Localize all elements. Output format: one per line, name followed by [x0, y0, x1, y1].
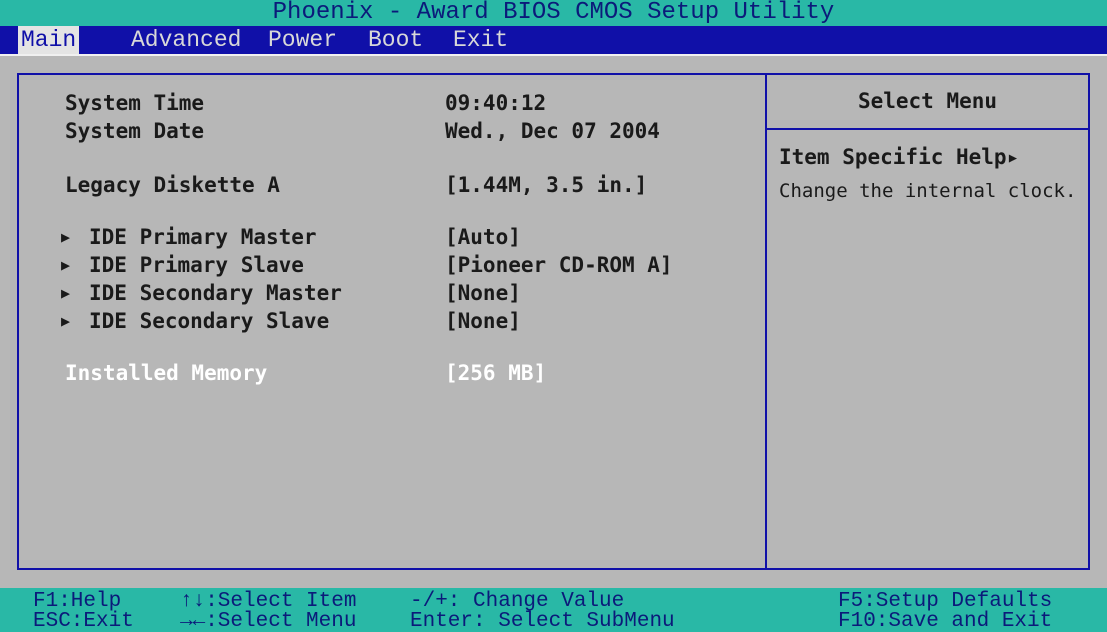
- save-and-exit-hint: F10:Save and Exit: [838, 610, 1053, 632]
- submenu-arrow-icon: ▶: [61, 228, 71, 246]
- select-submenu-hint: Enter: Select SubMenu: [410, 610, 675, 632]
- select-item-hint: ↑↓:Select Item: [180, 590, 357, 613]
- menu-advanced[interactable]: Advanced: [128, 26, 244, 54]
- setup-defaults-hint: F5:Setup Defaults: [838, 590, 1053, 613]
- submenu-arrow-icon: ▶: [61, 312, 71, 330]
- ide-primary-master-label: IDE Primary Master: [89, 225, 317, 249]
- ide-primary-slave-value[interactable]: [Pioneer CD-ROM A]: [445, 253, 673, 277]
- key-help-footer: F1:Help ESC:Exit ↑↓:Select Item →←:Selec…: [0, 588, 1107, 632]
- system-date-label: System Date: [65, 119, 205, 143]
- ide-primary-master-value[interactable]: [Auto]: [445, 225, 521, 249]
- ide-secondary-master-value[interactable]: [None]: [445, 281, 521, 305]
- f1-help-hint: F1:Help: [33, 590, 122, 613]
- menu-main[interactable]: Main: [18, 26, 80, 54]
- system-time-label: System Time: [65, 91, 205, 115]
- ide-secondary-master-label: IDE Secondary Master: [89, 281, 342, 305]
- submenu-arrow-icon: ▶: [61, 256, 71, 274]
- ide-secondary-slave-label: IDE Secondary Slave: [89, 309, 330, 333]
- menu-boot[interactable]: Boot: [365, 26, 426, 54]
- help-panel: Select Menu Item Specific Help▸ Change t…: [765, 73, 1090, 570]
- ide-primary-slave-label: IDE Primary Slave: [89, 253, 304, 277]
- menu-bar: Main Advanced Power Boot Exit: [0, 26, 1107, 56]
- help-text: Change the internal clock.: [779, 180, 1077, 202]
- main-settings-panel: System Time 09:40:12 System Date Wed., D…: [17, 73, 767, 570]
- change-value-hint: -/+: Change Value: [410, 590, 625, 613]
- installed-memory-label: Installed Memory: [65, 361, 268, 385]
- ide-secondary-slave-value[interactable]: [None]: [445, 309, 521, 333]
- menu-power[interactable]: Power: [265, 26, 340, 54]
- system-date-value[interactable]: Wed., Dec 07 2004: [445, 119, 660, 143]
- help-divider: [767, 128, 1088, 130]
- legacy-diskette-value[interactable]: [1.44M, 3.5 in.]: [445, 173, 647, 197]
- esc-exit-hint: ESC:Exit: [33, 610, 134, 632]
- help-panel-title: Select Menu: [857, 89, 998, 113]
- system-time-value[interactable]: 09:40:12: [445, 91, 546, 115]
- submenu-arrow-icon: ▶: [61, 284, 71, 302]
- legacy-diskette-label: Legacy Diskette A: [65, 173, 280, 197]
- installed-memory-value: [256 MB]: [445, 361, 547, 385]
- menu-exit[interactable]: Exit: [450, 26, 511, 54]
- item-specific-help-header: Item Specific Help▸: [779, 145, 1020, 169]
- select-menu-hint: →←:Select Menu: [180, 610, 357, 632]
- window-title: Phoenix - Award BIOS CMOS Setup Utility: [0, 0, 1107, 26]
